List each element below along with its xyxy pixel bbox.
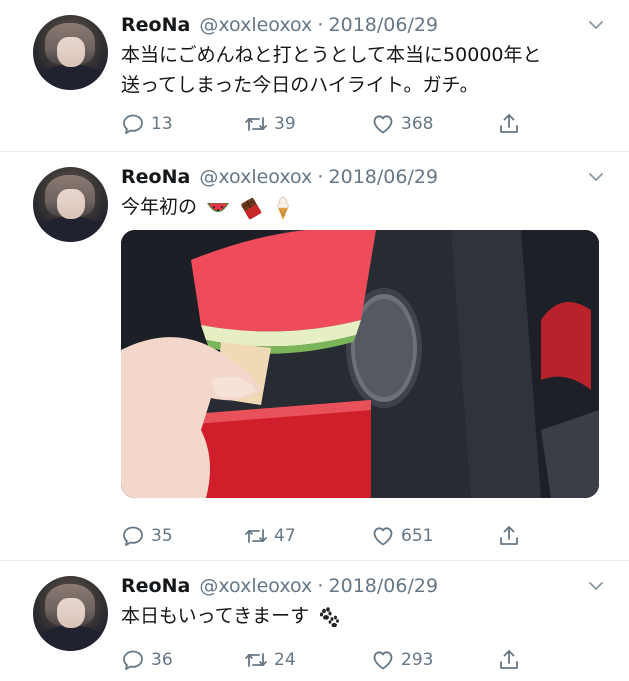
display-name[interactable]: ReoNa xyxy=(121,575,190,597)
heart-icon xyxy=(371,112,395,136)
retweet-count: 47 xyxy=(274,526,296,546)
avatar[interactable] xyxy=(33,15,108,90)
tweet-header: ReoNa @xoxleoxox · 2018/06/29 xyxy=(121,12,609,38)
reply-count: 36 xyxy=(151,650,173,670)
reply-icon xyxy=(121,524,145,548)
username[interactable]: @xoxleoxox xyxy=(199,14,312,36)
tweet-text-line: 本当にごめんねと打とうとして本当に50000年と xyxy=(121,44,542,66)
tweet-header: ReoNa @xoxleoxox · 2018/06/29 xyxy=(121,573,609,599)
retweet-count: 24 xyxy=(274,650,296,670)
retweet-button[interactable]: 24 xyxy=(244,648,296,672)
tweet[interactable]: ReoNa @xoxleoxox · 2018/06/29 今年初の 35 47… xyxy=(0,152,629,561)
like-button[interactable]: 651 xyxy=(371,524,433,548)
separator: · xyxy=(317,575,324,597)
tweet[interactable]: ReoNa @xoxleoxox · 2018/06/29 本日もいってきまーす xyxy=(0,561,629,681)
watermelon-emoji-icon xyxy=(207,202,230,212)
reply-button[interactable]: 36 xyxy=(121,648,173,672)
share-icon xyxy=(497,112,521,136)
tweet-text-line: 送ってしまった今日のハイライト。ガチ。 xyxy=(121,74,479,96)
retweet-icon xyxy=(244,648,268,672)
retweet-button[interactable]: 39 xyxy=(244,112,296,136)
reply-button[interactable]: 35 xyxy=(121,524,173,548)
popsicle-photo-image xyxy=(121,230,599,498)
username[interactable]: @xoxleoxox xyxy=(199,575,312,597)
reply-icon xyxy=(121,112,145,136)
username[interactable]: @xoxleoxox xyxy=(199,166,312,188)
like-button[interactable]: 368 xyxy=(371,112,433,136)
tweet-actions: 35 47 651 xyxy=(121,524,609,548)
avatar[interactable] xyxy=(33,167,108,242)
timestamp[interactable]: 2018/06/29 xyxy=(329,14,439,36)
tweet-text: 今年初の xyxy=(121,192,609,222)
heart-icon xyxy=(371,524,395,548)
separator: · xyxy=(317,14,324,36)
timestamp[interactable]: 2018/06/29 xyxy=(329,166,439,188)
tweet-actions: 13 39 368 xyxy=(121,112,609,136)
paw-prints-emoji-icon xyxy=(320,606,340,627)
tweet-photo[interactable] xyxy=(121,230,599,498)
tweet-text: 本当にごめんねと打とうとして本当に50000年と 送ってしまった今日のハイライト… xyxy=(121,40,609,100)
retweet-icon xyxy=(244,112,268,136)
like-count: 651 xyxy=(401,526,434,546)
soft-ice-cream-emoji-icon xyxy=(277,196,289,220)
tweet-actions: 36 24 293 xyxy=(121,648,609,672)
retweet-count: 39 xyxy=(274,114,296,134)
tweet[interactable]: ReoNa @xoxleoxox · 2018/06/29 本当にごめんねと打と… xyxy=(0,0,629,152)
avatar[interactable] xyxy=(33,576,108,651)
reply-count: 13 xyxy=(151,114,173,134)
tweet-text-body: 今年初の xyxy=(121,196,198,218)
share-button[interactable] xyxy=(497,524,521,548)
share-icon xyxy=(497,524,521,548)
timestamp[interactable]: 2018/06/29 xyxy=(329,575,439,597)
share-icon xyxy=(497,648,521,672)
retweet-icon xyxy=(244,524,268,548)
separator: · xyxy=(317,166,324,188)
like-count: 368 xyxy=(401,114,434,134)
reply-button[interactable]: 13 xyxy=(121,112,173,136)
tweet-header: ReoNa @xoxleoxox · 2018/06/29 xyxy=(121,164,609,190)
display-name[interactable]: ReoNa xyxy=(121,14,190,36)
display-name[interactable]: ReoNa xyxy=(121,166,190,188)
chocolate-bar-emoji-icon xyxy=(241,197,262,219)
share-button[interactable] xyxy=(497,112,521,136)
tweet-text-body: 本日もいってきまーす xyxy=(121,605,310,627)
heart-icon xyxy=(371,648,395,672)
retweet-button[interactable]: 47 xyxy=(244,524,296,548)
reply-count: 35 xyxy=(151,526,173,546)
tweet-text: 本日もいってきまーす xyxy=(121,601,609,631)
like-count: 293 xyxy=(401,650,434,670)
share-button[interactable] xyxy=(497,648,521,672)
like-button[interactable]: 293 xyxy=(371,648,433,672)
reply-icon xyxy=(121,648,145,672)
